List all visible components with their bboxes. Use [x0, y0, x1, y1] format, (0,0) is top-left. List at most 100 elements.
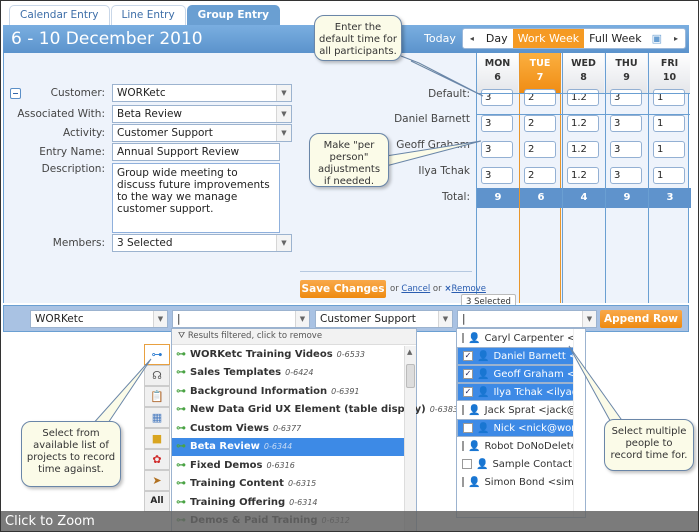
- hours-input[interactable]: 2: [524, 141, 556, 158]
- next-arrow-icon[interactable]: ▸: [667, 29, 685, 48]
- filter-all-button[interactable]: All: [144, 491, 170, 512]
- project-icon[interactable]: ⊶: [144, 344, 170, 365]
- prev-arrow-icon[interactable]: ◂: [463, 29, 481, 48]
- member-checkbox[interactable]: [462, 405, 465, 415]
- member-checkbox[interactable]: [463, 423, 473, 433]
- hours-input[interactable]: 1: [653, 115, 685, 132]
- day-column: TUE 7 2 2 2 2 6: [519, 53, 562, 303]
- day-header[interactable]: THU 9: [606, 53, 647, 93]
- hours-input[interactable]: 2: [524, 89, 556, 106]
- calendar-icon[interactable]: ▦: [144, 407, 170, 428]
- hours-input[interactable]: 3: [481, 89, 513, 106]
- save-changes-button[interactable]: Save Changes: [300, 280, 386, 298]
- member-list-item[interactable]: 👤 Simon Bond <simon@: [457, 473, 585, 491]
- hours-input[interactable]: 1: [653, 167, 685, 184]
- member-checkbox[interactable]: [462, 459, 472, 469]
- chevron-down-icon[interactable]: ▼: [295, 311, 309, 327]
- bar-customer-select[interactable]: WORKetc ▼: [30, 310, 168, 328]
- member-checkbox[interactable]: [462, 477, 464, 487]
- day-header[interactable]: WED 8: [563, 53, 604, 93]
- project-list-item[interactable]: ⊶ Training Content 0-6315: [172, 475, 416, 494]
- hours-input[interactable]: 3: [481, 141, 513, 158]
- hours-input[interactable]: 1.2: [567, 89, 599, 106]
- chevron-down-icon[interactable]: ▼: [276, 125, 291, 141]
- project-list-item[interactable]: ⊶ Training Offering 0-6314: [172, 493, 416, 512]
- view-day-button[interactable]: Day: [481, 29, 513, 48]
- member-list-item[interactable]: 👤 Jack Sprat <jack@w: [457, 401, 585, 419]
- member-checkbox[interactable]: ✓: [463, 369, 473, 379]
- award-icon[interactable]: ✿: [144, 449, 170, 470]
- chevron-down-icon[interactable]: ▼: [276, 85, 291, 101]
- project-list-item[interactable]: ⊶ Beta Review 0-6344: [172, 437, 416, 456]
- member-list-item[interactable]: ✓👤Geoff Graham <geof: [457, 365, 585, 383]
- chevron-down-icon[interactable]: ▼: [153, 311, 167, 327]
- hours-input[interactable]: 3: [481, 115, 513, 132]
- chevron-down-icon[interactable]: ▼: [438, 311, 452, 327]
- member-checkbox[interactable]: ✓: [463, 387, 473, 397]
- today-link[interactable]: Today: [424, 32, 456, 45]
- description-textarea[interactable]: Group wide meeting to discuss future imp…: [112, 163, 280, 233]
- activity-select[interactable]: Customer Support ▼: [112, 124, 292, 142]
- member-list-item[interactable]: 👤 Robot DoNoDelete <: [457, 437, 585, 455]
- member-checkbox[interactable]: ✓: [463, 351, 473, 361]
- project-list-item[interactable]: ⊶ WORKetc Training Videos 0-6533: [172, 345, 416, 364]
- day-header[interactable]: FRI 10: [649, 53, 690, 93]
- view-full-week-button[interactable]: Full Week: [584, 29, 646, 48]
- hours-input[interactable]: 3: [610, 141, 642, 158]
- member-list-item[interactable]: 👤 Caryl Carpenter <car: [457, 329, 585, 347]
- associated-select[interactable]: Beta Review ▼: [112, 105, 292, 123]
- hours-input[interactable]: 2: [524, 115, 556, 132]
- bar-members-input[interactable]: | ▼: [457, 310, 597, 328]
- hours-input[interactable]: 1.2: [567, 141, 599, 158]
- project-list-item[interactable]: ⊶ Sales Templates 0-6424: [172, 364, 416, 383]
- chevron-down-icon[interactable]: ▼: [276, 106, 291, 122]
- support-icon[interactable]: ☊: [144, 365, 170, 386]
- member-checkbox[interactable]: [462, 333, 464, 343]
- hours-input[interactable]: 3: [610, 115, 642, 132]
- hours-input[interactable]: 3: [610, 89, 642, 106]
- ticket-icon[interactable]: ➤: [144, 470, 170, 491]
- hours-input[interactable]: 1.2: [567, 115, 599, 132]
- member-list-item[interactable]: 👤Nick <nick@worketc: [457, 419, 585, 437]
- tab-calendar-entry[interactable]: Calendar Entry: [9, 5, 110, 25]
- day-header[interactable]: MON 6: [477, 53, 518, 93]
- tab-group-entry[interactable]: Group Entry: [186, 5, 281, 25]
- hours-input[interactable]: 1.2: [567, 167, 599, 184]
- hours-input[interactable]: 1: [653, 89, 685, 106]
- customer-select[interactable]: WORKetc ▼: [112, 84, 292, 102]
- chevron-down-icon[interactable]: ▼: [582, 311, 596, 327]
- filter-notice[interactable]: ⛛ Results filtered, click to remove: [172, 329, 416, 345]
- scroll-up-icon[interactable]: ▲: [407, 348, 412, 356]
- chevron-down-icon[interactable]: ▼: [276, 235, 291, 251]
- bar-activity-select[interactable]: Customer Support ▼: [315, 310, 453, 328]
- scrollbar[interactable]: ▲: [404, 346, 416, 531]
- members-select[interactable]: 3 Selected ▼: [112, 234, 292, 252]
- calendar-icon[interactable]: ▣: [647, 29, 667, 48]
- hours-input[interactable]: 3: [481, 167, 513, 184]
- click-to-zoom-bar[interactable]: Click to Zoom: [1, 511, 698, 531]
- project-list-item[interactable]: ⊶ Background Information 0-6391: [172, 382, 416, 401]
- bar-project-input[interactable]: | ▼: [172, 310, 310, 328]
- clipboard-icon[interactable]: 📋: [144, 386, 170, 407]
- view-work-week-button[interactable]: Work Week: [512, 29, 585, 48]
- project-list-item[interactable]: ⊶ New Data Grid UX Element (table display…: [172, 401, 458, 420]
- scroll-thumb[interactable]: [406, 364, 415, 388]
- hours-input[interactable]: 2: [524, 167, 556, 184]
- tab-line-entry[interactable]: Line Entry: [110, 5, 186, 25]
- project-list-item[interactable]: ⊶ Custom Views 0-6377: [172, 419, 416, 438]
- entry-name-input[interactable]: Annual Support Review: [112, 143, 280, 161]
- member-list-item[interactable]: ✓ 👤 Ilya Tchak <ilya@wo: [457, 383, 585, 401]
- hours-input[interactable]: 3: [610, 167, 642, 184]
- day-header[interactable]: TUE 7: [520, 53, 560, 93]
- member-checkbox[interactable]: [462, 441, 464, 451]
- remove-link[interactable]: Remove: [451, 284, 486, 294]
- hours-input[interactable]: 1: [653, 141, 685, 158]
- scrollbar[interactable]: [573, 329, 585, 517]
- member-list-item[interactable]: 👤 Sample Contact: [457, 455, 585, 473]
- project-list-item[interactable]: ⊶ Fixed Demos 0-6316: [172, 456, 416, 475]
- append-row-button[interactable]: Append Row: [600, 310, 682, 328]
- grid-divider: [476, 114, 690, 115]
- box-icon[interactable]: ■: [144, 428, 170, 449]
- member-list-item[interactable]: ✓👤Daniel Barnett <dani: [457, 347, 585, 365]
- cancel-link[interactable]: Cancel: [401, 284, 430, 294]
